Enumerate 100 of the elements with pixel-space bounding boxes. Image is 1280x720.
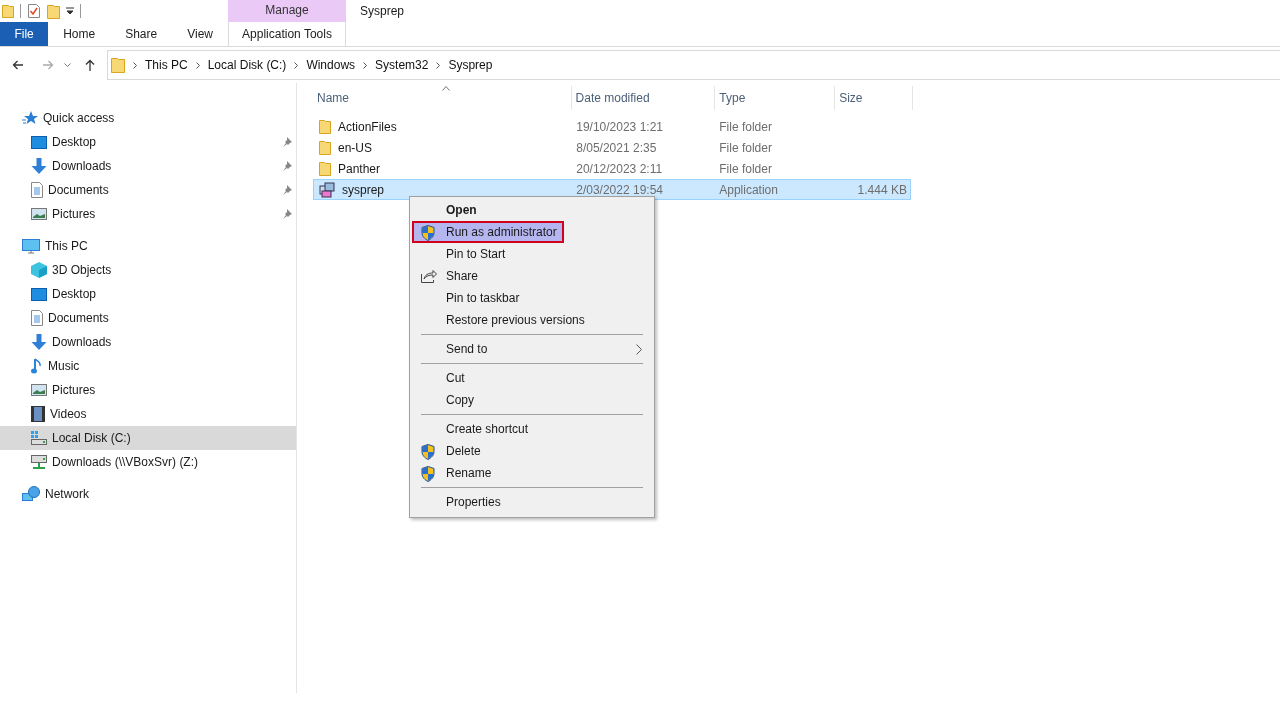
- nav-item[interactable]: Desktop: [0, 130, 296, 154]
- nav-item[interactable]: Downloads: [0, 154, 296, 178]
- share-icon: [421, 269, 437, 283]
- menu-item[interactable]: Rename: [412, 462, 652, 484]
- chevron-down-icon[interactable]: [64, 62, 71, 68]
- menu-item[interactable]: Open: [412, 199, 652, 221]
- file-name: en-US: [338, 140, 372, 155]
- document-icon: [31, 182, 43, 198]
- nav-item[interactable]: 3D Objects: [0, 258, 296, 282]
- globe-monitor-icon: [22, 486, 40, 502]
- file-type: File folder: [719, 161, 772, 176]
- nav-label: Documents: [48, 311, 109, 325]
- sort-caret-icon: [441, 86, 450, 91]
- menu-item[interactable]: Pin to Start: [412, 243, 652, 265]
- dropdown-icon[interactable]: [66, 7, 74, 15]
- menu-item[interactable]: Delete: [412, 440, 652, 462]
- monitor-icon: [22, 238, 40, 254]
- nav-item[interactable]: This PC: [0, 234, 296, 258]
- file-type: File folder: [719, 119, 772, 134]
- ribbon-tab[interactable]: Share: [110, 22, 173, 46]
- nav-item[interactable]: Videos: [0, 402, 296, 426]
- menu-item[interactable]: Create shortcut: [412, 418, 652, 440]
- file-row[interactable]: en-US 8/05/2021 2:35 File folder: [313, 137, 911, 158]
- file-row[interactable]: Panther 20/12/2023 2:11 File folder: [313, 158, 911, 179]
- nav-item[interactable]: Quick access: [0, 106, 296, 130]
- folder-icon[interactable]: [47, 3, 60, 19]
- folder-icon[interactable]: [2, 4, 14, 18]
- column-header[interactable]: Name: [313, 86, 572, 110]
- breadcrumb[interactable]: System32: [375, 58, 429, 72]
- breadcrumb[interactable]: Local Disk (C:): [207, 58, 287, 72]
- pin-icon[interactable]: [282, 185, 292, 195]
- breadcrumb[interactable]: Sysprep: [448, 58, 493, 72]
- film-icon: [31, 406, 45, 422]
- nav-item[interactable]: Desktop: [0, 282, 296, 306]
- menu-item[interactable]: Pin to taskbar: [412, 287, 652, 309]
- address-bar[interactable]: This PC Local Disk (C:) Windows System32 Sysprep: [107, 50, 1280, 80]
- chevron-right-icon: [436, 61, 441, 69]
- menu-item[interactable]: Send to: [412, 338, 652, 360]
- menu-item[interactable]: Share: [412, 265, 652, 287]
- forward-arrow-icon[interactable]: [42, 60, 54, 70]
- nav-item[interactable]: Downloads (\\VBoxSvr) (Z:): [0, 450, 296, 474]
- file-row[interactable]: sysprep 2/03/2022 19:54 Application 1.444 KB: [313, 179, 911, 200]
- manage-tab-header: Manage: [228, 0, 346, 22]
- properties-icon[interactable]: [27, 3, 41, 19]
- file-name: ActionFiles: [338, 119, 397, 134]
- pin-icon[interactable]: [282, 161, 292, 171]
- menu-item[interactable]: Cut: [412, 367, 652, 389]
- ribbon-tab[interactable]: View: [172, 22, 228, 46]
- menu-item[interactable]: Restore previous versions: [412, 309, 652, 331]
- chevron-right-icon: [636, 343, 642, 355]
- nav-label: Music: [48, 359, 80, 373]
- chevron-right-icon: [195, 61, 200, 69]
- shield-icon: [421, 466, 435, 482]
- up-arrow-icon[interactable]: [85, 59, 95, 71]
- folder-icon: [319, 140, 331, 155]
- menu-item[interactable]: Copy: [412, 389, 652, 411]
- ribbon-tab[interactable]: Home: [48, 22, 111, 46]
- window-title: Sysprep: [360, 4, 405, 18]
- back-arrow-icon[interactable]: [12, 60, 24, 70]
- nav-label: Pictures: [52, 207, 96, 221]
- file-name: Panther: [338, 161, 381, 176]
- date-modified: 20/12/2023 2:11: [576, 161, 663, 176]
- document-icon: [31, 310, 43, 326]
- chevron-right-icon: [363, 61, 368, 69]
- menu-item[interactable]: Run as administrator: [412, 221, 564, 243]
- chevron-right-icon: [294, 61, 299, 69]
- pin-icon[interactable]: [282, 137, 292, 147]
- breadcrumb[interactable]: This PC: [145, 58, 188, 72]
- date-modified: 8/05/2021 2:35: [576, 140, 657, 155]
- column-header[interactable]: Type: [715, 86, 836, 110]
- menu-item[interactable]: Properties: [412, 491, 652, 513]
- pin-icon[interactable]: [282, 209, 292, 219]
- picture-icon: [31, 208, 47, 220]
- folder-icon: [319, 119, 331, 134]
- file-size: 1.444 KB: [857, 182, 907, 197]
- nav-label: Downloads: [52, 335, 112, 349]
- column-header[interactable]: Size: [835, 86, 913, 110]
- ribbon-tab[interactable]: Application Tools: [228, 22, 346, 46]
- nav-item[interactable]: Music: [0, 354, 296, 378]
- chevron-right-icon: [133, 61, 137, 69]
- file-name: sysprep: [342, 182, 385, 197]
- nav-label: This PC: [45, 239, 88, 253]
- drive-icon: [31, 431, 47, 445]
- star-icon: [22, 110, 38, 126]
- breadcrumb[interactable]: Windows: [306, 58, 356, 72]
- file-row[interactable]: ActionFiles 19/10/2023 1:21 File folder: [313, 116, 911, 137]
- nav-item[interactable]: Network: [0, 482, 296, 506]
- file-tab[interactable]: File: [0, 22, 49, 46]
- nav-item[interactable]: Documents: [0, 178, 296, 202]
- shield-icon: [421, 444, 435, 460]
- nav-item[interactable]: Pictures: [0, 202, 296, 226]
- file-type: Application: [719, 182, 778, 197]
- nav-label: Local Disk (C:): [52, 431, 131, 445]
- nav-item[interactable]: Local Disk (C:): [0, 426, 296, 450]
- nav-item[interactable]: Downloads: [0, 330, 296, 354]
- nav-item[interactable]: Pictures: [0, 378, 296, 402]
- nav-item[interactable]: Documents: [0, 306, 296, 330]
- nav-label: Desktop: [52, 135, 97, 149]
- column-header[interactable]: Date modified: [571, 86, 716, 110]
- nav-label: Desktop: [52, 287, 97, 301]
